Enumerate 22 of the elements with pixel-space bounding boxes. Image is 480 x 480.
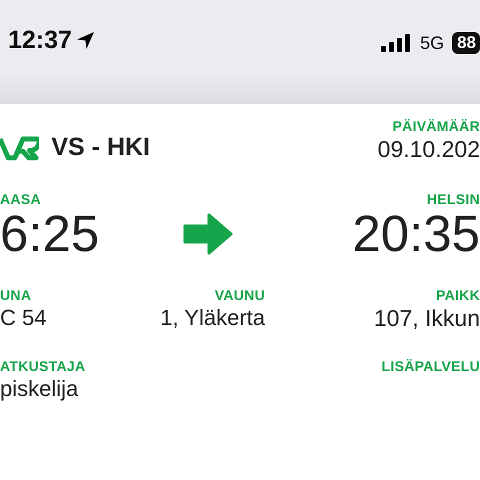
field-label: LISÄPALVELU (382, 358, 480, 374)
field-label: HELSIN (426, 191, 480, 207)
arrival-time: 20:35 (352, 207, 480, 261)
clock-time: 12:37 (8, 26, 72, 55)
field-label: UNA (0, 287, 32, 303)
field-value: 107, Ikkun (374, 305, 480, 332)
departure-time: 6:25 (0, 207, 100, 261)
location-arrow-icon (76, 31, 95, 50)
date-value: 09.10.202 (378, 136, 480, 163)
field-label: ATKUSTAJA (0, 358, 86, 374)
battery-level: 88 (452, 32, 480, 54)
arrow-icon (182, 213, 232, 255)
field-value: piskelija (0, 376, 78, 402)
field-label: VAUNU (214, 287, 265, 303)
field-label: PÄIVÄMÄÄR (392, 118, 480, 134)
network-type: 5G (420, 32, 444, 54)
field-value: C 54 (0, 305, 46, 331)
signal-icon (381, 34, 412, 52)
field-label: AASA (0, 191, 41, 207)
field-label: PAIKK (436, 287, 480, 303)
field-value: 1, Yläkerta (160, 305, 265, 331)
route-title: VS - HKI (51, 133, 150, 162)
